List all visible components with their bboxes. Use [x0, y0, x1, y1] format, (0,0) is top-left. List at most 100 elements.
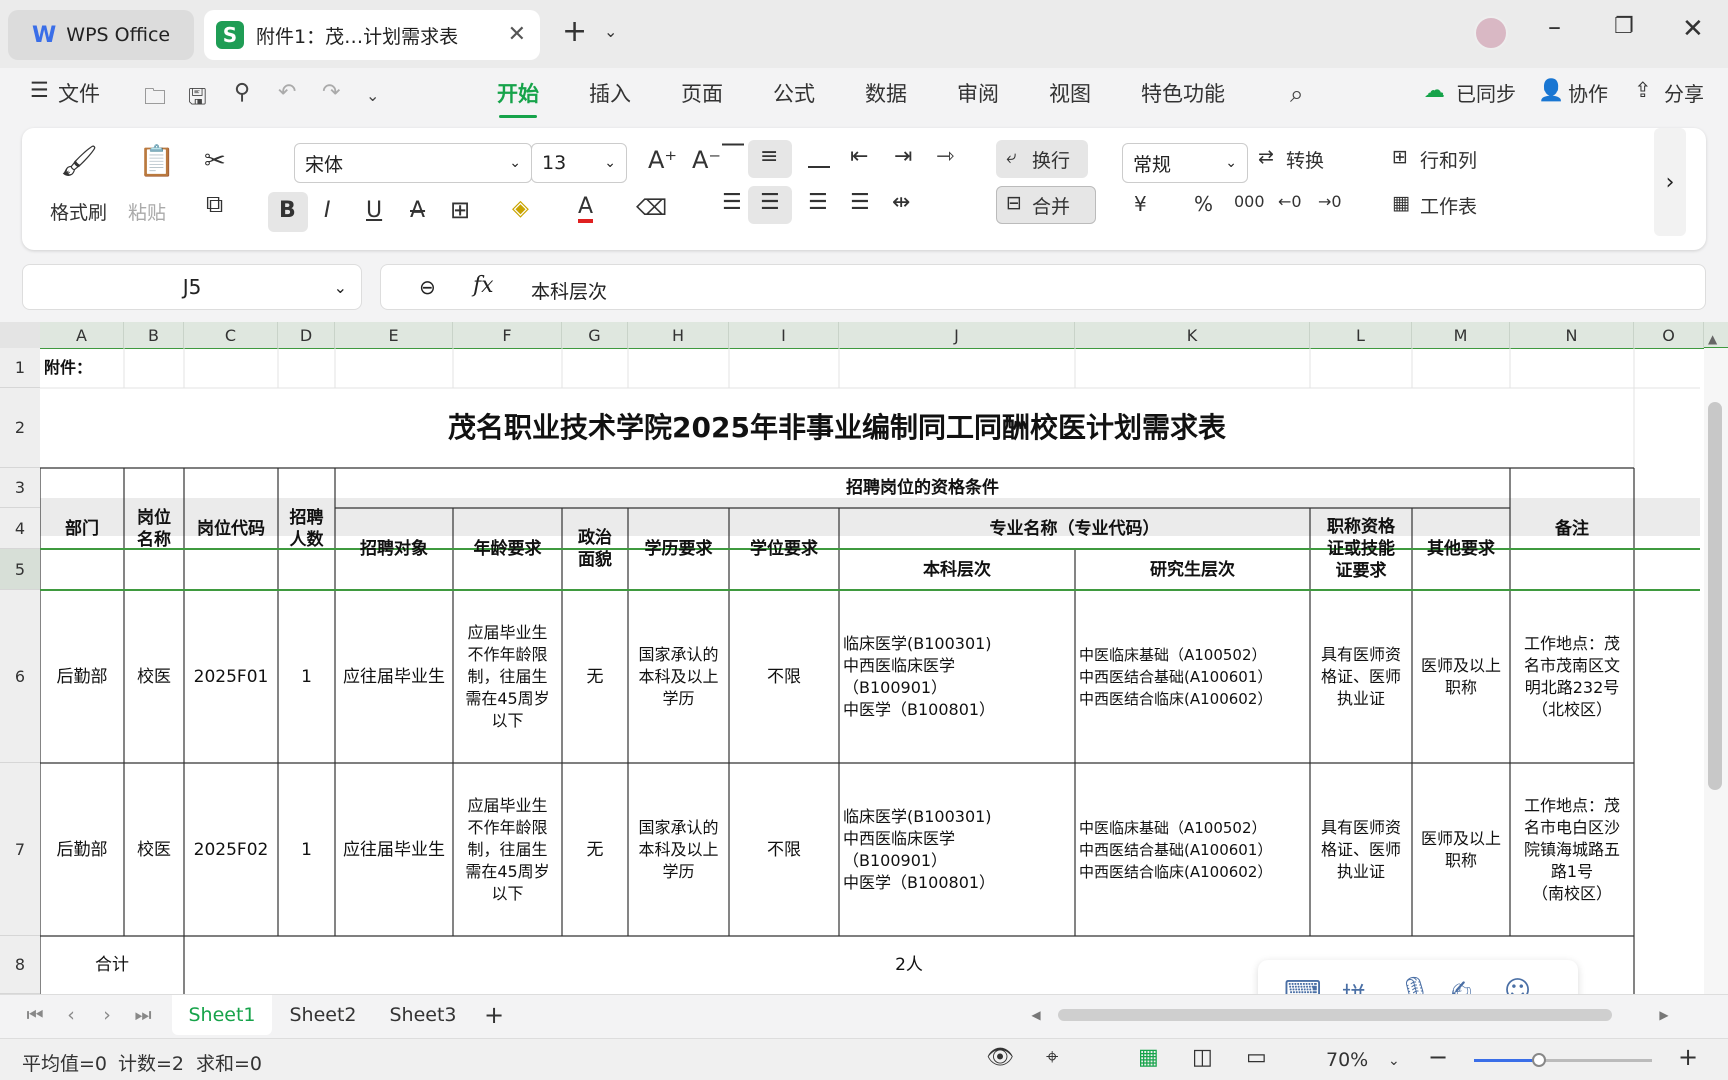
zoom-out-icon[interactable]: − — [1428, 1043, 1448, 1071]
decrease-decimal-icon[interactable]: ←0 — [1278, 192, 1302, 211]
tab-home[interactable]: 开始 — [497, 78, 539, 118]
horizontal-scrollbar[interactable] — [1058, 1009, 1612, 1021]
zoom-in-icon[interactable]: + — [1678, 1043, 1698, 1071]
table-row-cell[interactable]: 1 — [278, 763, 335, 936]
first-sheet-icon[interactable]: ⏮ — [20, 995, 50, 1035]
close-window-icon[interactable]: ✕ — [1682, 14, 1704, 44]
save-icon[interactable]: 🖫 — [188, 80, 207, 118]
table-row-cell[interactable]: 2025F02 — [184, 763, 278, 936]
bold-icon[interactable]: B — [279, 198, 296, 223]
page-break-view-icon[interactable]: ◫ — [1192, 1045, 1213, 1070]
name-box[interactable]: J5 ⌄ — [22, 264, 362, 310]
worksheet-button[interactable]: 工作表 — [1420, 192, 1477, 219]
row-header-3[interactable]: 3 — [0, 468, 40, 508]
increase-indent-icon[interactable]: ⇥ — [894, 144, 912, 169]
next-sheet-icon[interactable]: › — [92, 995, 122, 1035]
table-row-cell[interactable]: 应届毕业生 不作年龄限 制，往届生 需在45周岁 以下 — [453, 763, 562, 936]
formula-input[interactable]: 本科层次 — [531, 277, 607, 304]
scroll-right-icon[interactable]: ▶ — [1654, 995, 1674, 1035]
copy-icon[interactable]: ⧉ — [206, 190, 223, 218]
table-row-cell[interactable]: 国家承认的 本科及以上 学历 — [628, 590, 729, 763]
close-tab-icon[interactable]: ✕ — [508, 22, 526, 47]
header-remarks[interactable]: 备注 — [1510, 468, 1634, 590]
header-undergrad[interactable]: 本科层次 — [839, 549, 1075, 590]
collab-button[interactable]: 协作 — [1568, 78, 1608, 107]
sheet-tab-2[interactable]: Sheet2 — [276, 995, 370, 1035]
font-color-icon[interactable]: A — [578, 194, 594, 223]
table-row-cell[interactable]: 医师及以上 职称 — [1412, 590, 1510, 763]
paste-button[interactable]: 粘贴 — [128, 198, 166, 225]
align-top-icon[interactable]: ⎺ — [722, 142, 744, 167]
col-header-g[interactable]: G — [562, 322, 628, 348]
currency-icon[interactable]: ¥ — [1134, 192, 1147, 216]
format-painter-icon[interactable]: 🖌 — [60, 144, 98, 179]
decrease-indent-icon[interactable]: ⇤ — [850, 144, 868, 169]
italic-icon[interactable]: I — [324, 198, 331, 223]
table-row-cell[interactable]: 不限 — [729, 763, 839, 936]
table-row-cell[interactable]: 应往届毕业生 — [335, 763, 453, 936]
header-political[interactable]: 政治 面貌 — [562, 508, 628, 590]
col-header-i[interactable]: I — [729, 322, 839, 348]
menu-file[interactable]: 文件 — [58, 78, 100, 108]
eye-protection-icon[interactable]: 👁 — [986, 1045, 1014, 1070]
col-header-l[interactable]: L — [1310, 322, 1412, 348]
format-painter-button[interactable]: 格式刷 — [50, 198, 107, 225]
row-header-2[interactable]: 2 — [0, 388, 40, 468]
header-qualifications[interactable]: 招聘岗位的资格条件 — [335, 468, 1510, 508]
row-header-8[interactable]: 8 — [0, 936, 40, 994]
formula-bar[interactable]: ⊖ fx 本科层次 — [380, 264, 1706, 310]
table-row-cell[interactable]: 具有医师资 格证、医师 执业证 — [1310, 590, 1412, 763]
clear-format-icon[interactable]: ⌫ — [636, 196, 667, 221]
strikethrough-icon[interactable]: A — [410, 198, 425, 223]
menu-icon[interactable]: ☰ — [30, 78, 49, 102]
cut-icon[interactable]: ✂ — [204, 146, 226, 176]
tab-review[interactable]: 审阅 — [957, 78, 999, 108]
col-header-c[interactable]: C — [184, 322, 278, 348]
restore-icon[interactable]: ❐ — [1614, 14, 1634, 39]
zoom-level[interactable]: 70% — [1326, 1049, 1368, 1071]
header-age[interactable]: 年龄要求 — [453, 508, 562, 590]
zoom-chevron-down-icon[interactable]: ⌄ — [1388, 1053, 1400, 1069]
tab-insert[interactable]: 插入 — [589, 78, 631, 108]
scroll-left-icon[interactable]: ◀ — [1026, 995, 1046, 1035]
table-row-cell[interactable]: 国家承认的 本科及以上 学历 — [628, 763, 729, 936]
last-sheet-icon[interactable]: ⏭ — [128, 995, 158, 1035]
ribbon-scroll-right-icon[interactable]: › — [1654, 128, 1686, 236]
header-count[interactable]: 招聘 人数 — [278, 468, 335, 590]
align-left-icon[interactable]: ☰ — [722, 190, 742, 215]
header-graduate[interactable]: 研究生层次 — [1075, 549, 1310, 590]
header-post-code[interactable]: 岗位代码 — [184, 468, 278, 590]
col-header-m[interactable]: M — [1412, 322, 1510, 348]
distribute-icon[interactable]: ⇹ — [892, 190, 910, 215]
total-label[interactable]: 合计 — [40, 936, 184, 994]
col-header-b[interactable]: B — [124, 322, 184, 348]
col-header-f[interactable]: F — [453, 322, 562, 348]
align-bottom-icon[interactable]: ⎽ — [808, 144, 830, 169]
font-name-select[interactable]: 宋体 ⌄ — [294, 143, 532, 183]
avatar[interactable] — [1474, 16, 1508, 50]
col-header-h[interactable]: H — [628, 322, 729, 348]
spreadsheet-grid[interactable]: A B C D E F G H I J K L M N O 1 2 3 4 5 … — [0, 322, 1728, 994]
col-header-j[interactable]: J — [839, 322, 1075, 348]
table-row-cell[interactable]: 应届毕业生 不作年龄限 制，往届生 需在45周岁 以下 — [453, 590, 562, 763]
tab-special-features[interactable]: 特色功能 — [1141, 78, 1225, 108]
tab-wps-office[interactable]: W WPS Office — [8, 10, 194, 60]
zoom-formula-icon[interactable]: ⊖ — [419, 275, 436, 299]
header-education[interactable]: 学历要求 — [628, 508, 729, 590]
col-header-k[interactable]: K — [1075, 322, 1310, 348]
sheet-tab-3[interactable]: Sheet3 — [376, 995, 470, 1035]
table-row-cell[interactable]: 中医临床基础（A100502） 中西医结合基础(A100601） 中西医结合临床… — [1075, 763, 1310, 936]
table-row-cell[interactable]: 中医临床基础（A100502） 中西医结合基础(A100601） 中西医结合临床… — [1075, 590, 1310, 763]
header-other[interactable]: 其他要求 — [1412, 508, 1510, 590]
row-header-6[interactable]: 6 — [0, 590, 40, 763]
col-header-d[interactable]: D — [278, 322, 335, 348]
text-direction-icon[interactable]: ⇾ — [936, 144, 954, 169]
header-cert[interactable]: 职称资格 证或技能 证要求 — [1310, 508, 1412, 590]
tab-page[interactable]: 页面 — [681, 78, 723, 108]
underline-icon[interactable]: U — [366, 198, 382, 223]
col-header-o[interactable]: O — [1634, 322, 1704, 348]
table-row-cell[interactable]: 医师及以上 职称 — [1412, 763, 1510, 936]
add-sheet-icon[interactable]: + — [478, 995, 510, 1035]
undo-icon[interactable]: ↶ — [278, 80, 296, 105]
table-row-cell[interactable]: 后勤部 — [40, 590, 124, 763]
